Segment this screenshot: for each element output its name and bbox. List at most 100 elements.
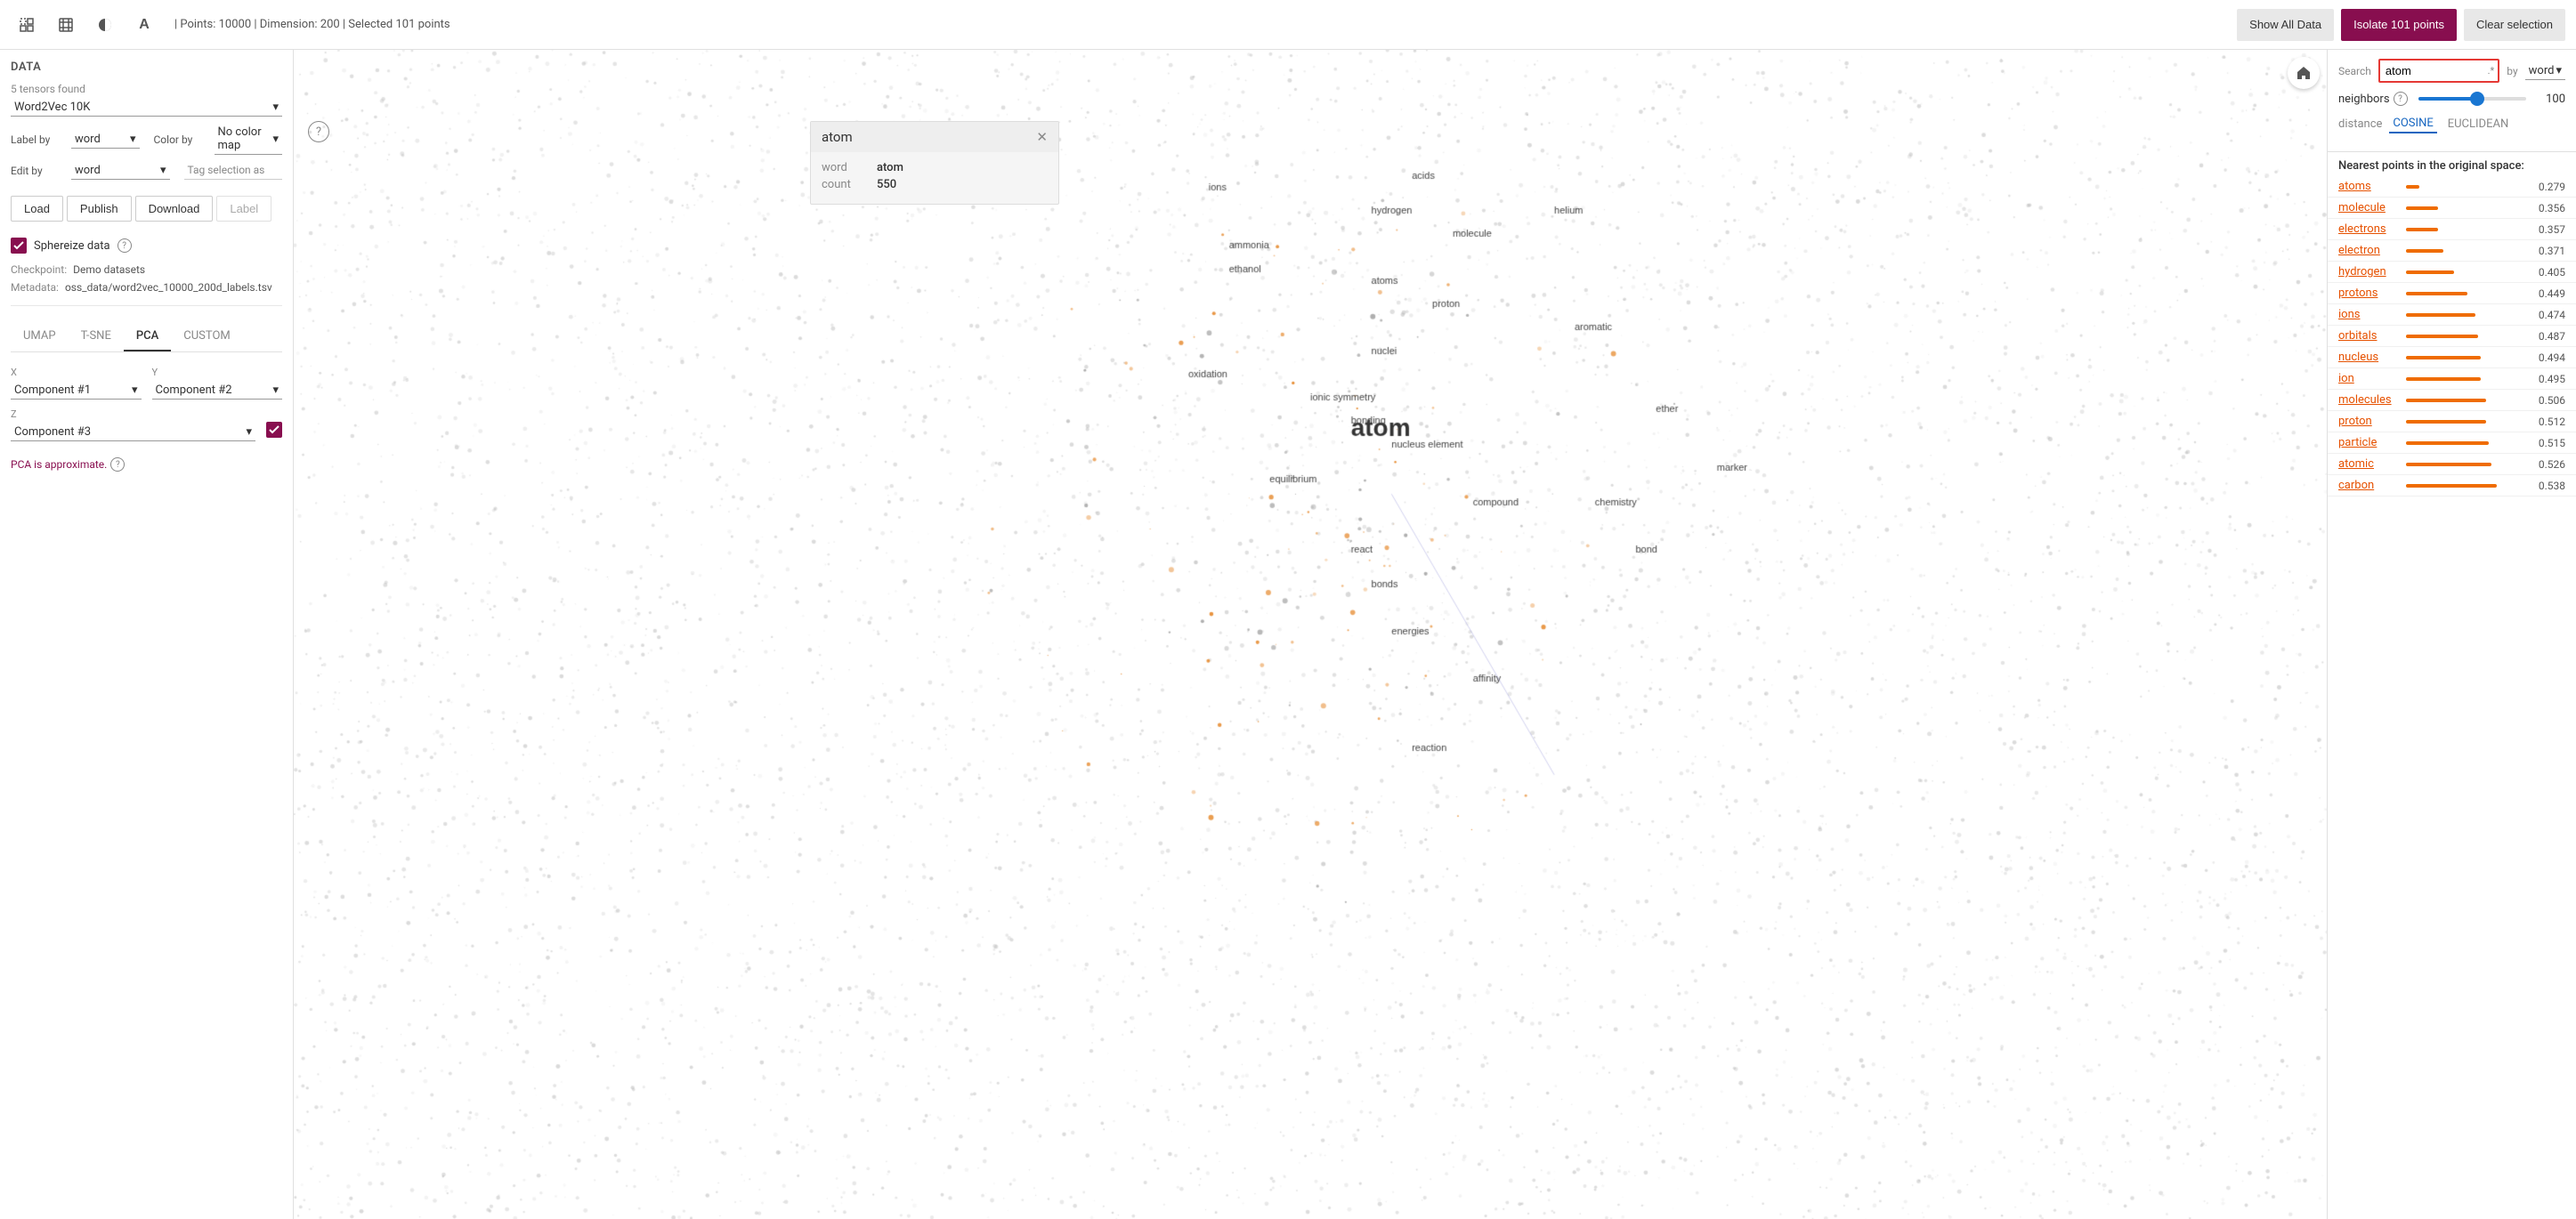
nearest-item[interactable]: ion 0.495 [2328, 368, 2576, 390]
nearest-item[interactable]: molecules 0.506 [2328, 390, 2576, 411]
bookmark-btn[interactable] [50, 9, 82, 41]
select-rect-btn[interactable] [11, 9, 43, 41]
metadata-value: oss_data/word2vec_10000_200d_labels.tsv [65, 281, 272, 294]
tab-pca[interactable]: PCA [124, 322, 171, 351]
slider-thumb[interactable] [2470, 92, 2484, 106]
tab-custom[interactable]: CUSTOM [171, 322, 242, 351]
sphereize-help-icon[interactable]: ? [117, 238, 132, 253]
tag-selection-input[interactable]: Tag selection as [184, 162, 283, 180]
nearest-bar-wrap [2406, 206, 2526, 210]
nearest-item[interactable]: particle 0.515 [2328, 432, 2576, 454]
z-checkbox[interactable] [266, 422, 282, 438]
download-btn[interactable]: Download [135, 196, 214, 222]
atom-count-row: count 550 [822, 178, 1048, 191]
edit-by-select[interactable]: word ▾ [71, 162, 170, 180]
approx-help-icon[interactable]: ? [110, 457, 125, 472]
cosine-option[interactable]: COSINE [2389, 115, 2436, 133]
sidebar: DATA 5 tensors found Word2Vec 10K ▾ Labe… [0, 50, 294, 1219]
nearest-item[interactable]: proton 0.512 [2328, 411, 2576, 432]
nearest-word[interactable]: proton [2338, 415, 2399, 428]
search-input[interactable] [2380, 61, 2484, 81]
x-select[interactable]: Component #1 ▾ [11, 382, 142, 400]
nearest-word[interactable]: orbitals [2338, 329, 2399, 343]
nearest-item[interactable]: hydrogen 0.405 [2328, 262, 2576, 283]
slider-wrap[interactable] [2415, 97, 2530, 101]
points-info: | Points: 10000 | Dimension: 200 | Selec… [167, 18, 2230, 31]
edit-by-value: word [75, 164, 101, 177]
euclidean-option[interactable]: EUCLIDEAN [2444, 116, 2513, 133]
nearest-bar-wrap [2406, 377, 2526, 381]
sphereize-row: Sphereize data ? [11, 238, 282, 254]
nearest-bar [2406, 335, 2478, 338]
nearest-item[interactable]: protons 0.449 [2328, 283, 2576, 304]
nearest-item[interactable]: ions 0.474 [2328, 304, 2576, 326]
by-select[interactable]: word ▾ [2525, 62, 2565, 80]
nearest-score: 0.357 [2533, 223, 2565, 236]
publish-btn[interactable]: Publish [67, 196, 132, 222]
nearest-item[interactable]: atomic 0.526 [2328, 454, 2576, 475]
nearest-list: atoms 0.279 molecule 0.356 electrons 0.3… [2328, 176, 2576, 1219]
axis-section: X Component #1 ▾ Y Component #2 ▾ Z [11, 367, 282, 450]
nearest-word[interactable]: carbon [2338, 479, 2399, 492]
z-select[interactable]: Component #3 ▾ [11, 424, 255, 441]
points-info-text: | Points: 10000 | Dimension: 200 | Selec… [174, 18, 450, 31]
nearest-word[interactable]: molecules [2338, 393, 2399, 407]
nearest-word[interactable]: nucleus [2338, 351, 2399, 364]
tensor-select[interactable]: Word2Vec 10K ▾ [11, 99, 282, 117]
nearest-item[interactable]: atoms 0.279 [2328, 176, 2576, 198]
nearest-item[interactable]: orbitals 0.487 [2328, 326, 2576, 347]
nearest-item[interactable]: nucleus 0.494 [2328, 347, 2576, 368]
nearest-score: 0.526 [2533, 458, 2565, 471]
tab-umap[interactable]: UMAP [11, 322, 69, 351]
edit-by-row: Edit by word ▾ Tag selection as [11, 162, 282, 180]
nearest-item[interactable]: electron 0.371 [2328, 240, 2576, 262]
nearest-word[interactable]: atoms [2338, 180, 2399, 193]
nearest-score: 0.449 [2533, 287, 2565, 300]
nearest-item[interactable]: carbon 0.538 [2328, 475, 2576, 496]
label-by-select[interactable]: word ▾ [71, 131, 140, 149]
nearest-word[interactable]: atomic [2338, 457, 2399, 471]
y-select[interactable]: Component #2 ▾ [152, 382, 283, 400]
label-toggle-btn[interactable]: A [128, 9, 160, 41]
label-btn[interactable]: Label [216, 196, 271, 222]
nearest-word[interactable]: ions [2338, 308, 2399, 321]
visualization-area[interactable]: ? atom ✕ word atom count 550 [294, 50, 2327, 1219]
nearest-item[interactable]: electrons 0.357 [2328, 219, 2576, 240]
nearest-title: Nearest points in the original space: [2328, 152, 2576, 176]
nearest-bar [2406, 356, 2481, 359]
label-icon: A [139, 17, 150, 33]
isolate-btn[interactable]: Isolate 101 points [2341, 9, 2457, 41]
color-by-select[interactable]: No color map ▾ [215, 124, 283, 155]
tab-tsne[interactable]: T-SNE [69, 322, 124, 351]
sphereize-checkbox[interactable] [11, 238, 27, 254]
search-star-icon: .* [2484, 65, 2499, 77]
z-axis-row: Z Component #3 ▾ [11, 408, 282, 441]
canvas-help-icon[interactable]: ? [308, 121, 329, 142]
nearest-bar-wrap [2406, 441, 2526, 445]
nearest-word[interactable]: molecule [2338, 201, 2399, 214]
neighbors-help-icon[interactable]: ? [2394, 92, 2408, 106]
nearest-score: 0.487 [2533, 330, 2565, 343]
nearest-item[interactable]: molecule 0.356 [2328, 198, 2576, 219]
main-area: DATA 5 tensors found Word2Vec 10K ▾ Labe… [0, 50, 2576, 1219]
scatter-canvas[interactable] [294, 50, 2327, 1219]
search-label: Search [2338, 65, 2371, 77]
nearest-word[interactable]: electron [2338, 244, 2399, 257]
nearest-word[interactable]: hydrogen [2338, 265, 2399, 279]
by-value: word [2529, 64, 2555, 77]
atom-popup-close-icon[interactable]: ✕ [1036, 129, 1048, 145]
clear-selection-btn[interactable]: Clear selection [2464, 9, 2565, 41]
night-mode-btn[interactable] [89, 9, 121, 41]
home-btn[interactable] [2288, 57, 2320, 89]
search-input-wrap: .* [2378, 59, 2499, 83]
load-btn[interactable]: Load [11, 196, 63, 222]
right-panel-search: Search .* by word ▾ neighbors ? [2328, 50, 2576, 152]
nearest-word[interactable]: protons [2338, 287, 2399, 300]
slider-track [2418, 97, 2526, 101]
show-all-btn[interactable]: Show All Data [2237, 9, 2334, 41]
approx-text: PCA is approximate. [11, 458, 107, 471]
nearest-word[interactable]: electrons [2338, 222, 2399, 236]
x-value: Component #1 [14, 383, 91, 397]
nearest-word[interactable]: particle [2338, 436, 2399, 449]
nearest-word[interactable]: ion [2338, 372, 2399, 385]
